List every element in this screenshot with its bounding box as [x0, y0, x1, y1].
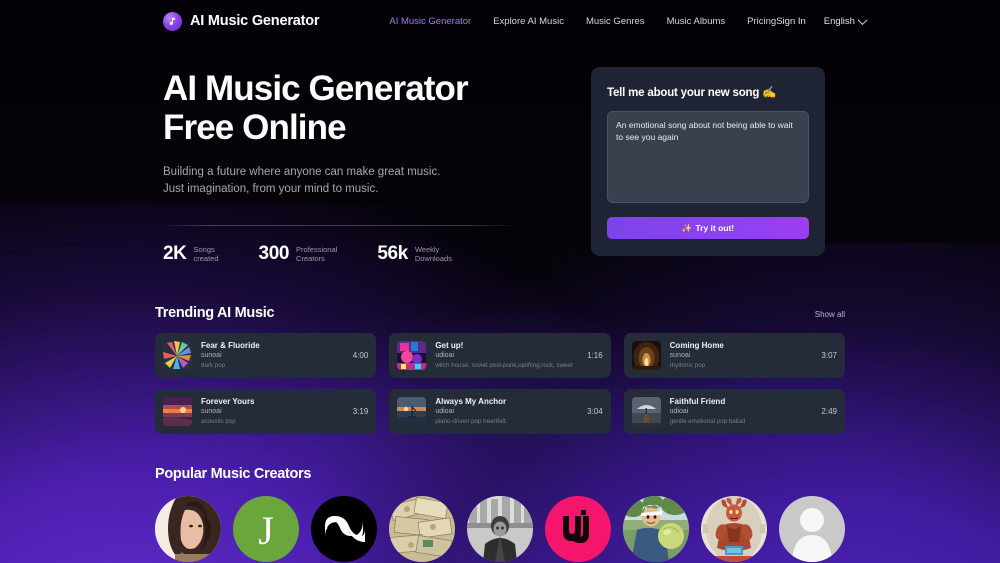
stat-label: Weekly Downloads [414, 244, 452, 264]
track-row[interactable]: Forever Yours sunoai acoustic pop 3:19 [155, 389, 377, 434]
header-actions: Sign In English [776, 14, 868, 27]
track-duration: 1:16 [587, 351, 603, 360]
language-selector[interactable]: English [823, 14, 868, 27]
stat-weekly-downloads: 56k Weekly Downloads [377, 243, 452, 265]
track-duration: 2:49 [821, 407, 837, 416]
track-info: Faithful Friend udioai gentle emotional … [670, 396, 809, 427]
creator-avatar-money[interactable] [389, 496, 455, 562]
track-title: Fear & Fluoride [201, 341, 260, 350]
trending-section: Trending AI Music Show all Fear & Fluori… [155, 305, 845, 434]
track-thumbnail [397, 397, 427, 426]
track-grid: Fear & Fluoride sunoai dark pop 4:00 Get… [155, 333, 845, 434]
track-title: Faithful Friend [669, 397, 726, 406]
creator-avatar-default-user[interactable] [779, 496, 845, 562]
creator-avatar-wave-logo[interactable] [311, 496, 377, 562]
song-prompt-input[interactable] [607, 111, 809, 203]
track-title: Forever Yours [201, 397, 255, 406]
track-row[interactable]: Faithful Friend udioai gentle emotional … [623, 389, 845, 434]
hero-stats: 2K Songs created 300 Professional Creato… [163, 243, 523, 265]
page-title: AI Music Generator Free Online [163, 69, 523, 147]
track-genre: rhythmic pop [669, 362, 706, 369]
track-artist: sunoai [669, 352, 691, 359]
sparkles-icon: ✨ [681, 222, 693, 233]
track-artist: sunoai [201, 352, 222, 359]
page-root: AI Music Generator AI Music Generator Ex… [0, 0, 1000, 563]
track-artist: udioai [435, 352, 455, 359]
track-row[interactable]: Get up! udioai witch house, soviet post-… [389, 333, 611, 378]
site-header: AI Music Generator AI Music Generator Ex… [0, 0, 1000, 42]
track-genre: witch house, soviet post-punk,uplifting,… [435, 362, 573, 369]
nav-item-explore-ai-music[interactable]: Explore AI Music [493, 16, 564, 27]
track-artist: udioai [435, 408, 455, 415]
creators-title: Popular Music Creators [155, 466, 312, 482]
nav-item-music-albums[interactable]: Music Albums [667, 16, 726, 27]
nav-item-pricing[interactable]: Pricing [747, 16, 776, 27]
track-info: Get up! udioai witch house, soviet post-… [435, 340, 574, 371]
creator-avatar-letter-j[interactable]: J [233, 496, 299, 562]
track-info: Forever Yours sunoai acoustic pop [201, 396, 340, 427]
track-duration: 3:04 [587, 407, 603, 416]
track-title: Get up! [435, 341, 464, 350]
svg-text:J: J [258, 508, 274, 553]
main-nav: AI Music Generator Explore AI Music Musi… [389, 16, 776, 27]
brand-logo-link[interactable]: AI Music Generator [163, 11, 320, 31]
stat-value: 300 [258, 243, 290, 264]
track-thumbnail [397, 341, 427, 370]
track-row[interactable]: Always My Anchor udioai piano-driven pop… [389, 389, 611, 434]
hero-title-line1: AI Music Generator [163, 69, 469, 108]
hero-section: AI Music Generator Free Online Building … [0, 42, 1000, 265]
hero-subtitle: Building a future where anyone can make … [163, 166, 441, 195]
stat-value: 2K [163, 243, 187, 264]
creator-avatar-pink-logo[interactable] [545, 496, 611, 562]
try-it-out-button[interactable]: ✨ Try it out! [607, 217, 809, 239]
track-title: Always My Anchor [435, 397, 507, 406]
stat-value: 56k [377, 243, 408, 264]
track-row[interactable]: Coming Home sunoai rhythmic pop 3:07 [623, 333, 845, 378]
track-artist: sunoai [201, 408, 222, 415]
trending-header: Trending AI Music Show all [155, 305, 845, 321]
stat-songs-created: 2K Songs created [163, 243, 219, 265]
stat-label: Songs created [193, 244, 219, 264]
track-thumbnail [163, 397, 192, 426]
sign-in-button[interactable]: Sign In [776, 16, 806, 27]
creators-section: Popular Music Creators J [155, 466, 845, 562]
track-info: Fear & Fluoride sunoai dark pop [201, 340, 340, 371]
music-note-icon [163, 11, 182, 31]
track-artist: udioai [669, 408, 689, 415]
stat-professional-creators: 300 Professional Creators [259, 243, 338, 265]
hero-divider [163, 225, 515, 226]
creator-avatar-bw-portrait[interactable] [467, 496, 533, 562]
creator-avatar-man-coconut[interactable] [623, 496, 689, 562]
prompt-card-heading: Tell me about your new song ✍️ [607, 87, 777, 99]
track-genre: gentle emotional pop ballad [669, 418, 746, 425]
track-row[interactable]: Fear & Fluoride sunoai dark pop 4:00 [155, 333, 377, 378]
track-duration: 4:00 [352, 351, 369, 360]
show-all-link[interactable]: Show all [815, 310, 845, 319]
stat-label: Professional Creators [296, 244, 338, 264]
prompt-card: Tell me about your new song ✍️ ✨ Try it … [591, 67, 825, 256]
brand-name: AI Music Generator [190, 13, 320, 29]
hero-title-line2: Free Online [163, 108, 347, 147]
track-genre: acoustic pop [201, 418, 236, 425]
creator-avatar-photo-woman[interactable] [155, 496, 221, 562]
nav-item-music-genres[interactable]: Music Genres [586, 16, 645, 27]
language-label: English [823, 15, 855, 27]
creator-avatar-row: J [155, 496, 845, 562]
track-info: Always My Anchor udioai piano-driven pop… [435, 396, 574, 427]
track-genre: dark pop [201, 362, 226, 369]
creator-avatar-fantasy-art[interactable] [701, 496, 767, 562]
try-it-out-label: Try it out! [695, 223, 735, 233]
track-duration: 3:19 [352, 407, 369, 416]
track-title: Coming Home [669, 341, 724, 350]
track-duration: 3:07 [821, 351, 837, 360]
track-thumbnail [163, 341, 192, 370]
track-genre: piano-driven pop heartfelt. [435, 418, 508, 425]
nav-item-ai-music-generator[interactable]: AI Music Generator [389, 16, 471, 27]
track-thumbnail [631, 397, 661, 426]
chevron-down-icon [857, 14, 868, 25]
trending-title: Trending AI Music [155, 305, 275, 321]
track-thumbnail [631, 341, 661, 370]
hero-text-column: AI Music Generator Free Online Building … [163, 66, 523, 265]
track-info: Coming Home sunoai rhythmic pop [670, 340, 809, 371]
